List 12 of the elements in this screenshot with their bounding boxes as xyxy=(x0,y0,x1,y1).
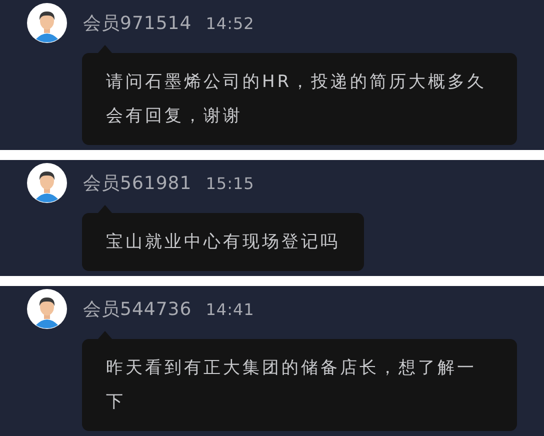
message-time: 14:52 xyxy=(206,14,254,32)
user-name: 会员971514 xyxy=(83,12,192,35)
message-text: 请问石墨烯公司的HR，投递的简历大概多久会有回复，谢谢 xyxy=(106,71,488,128)
avatar-icon xyxy=(27,3,67,43)
avatar-icon xyxy=(27,163,67,203)
user-name: 会员544736 xyxy=(83,298,192,321)
message-time: 15:15 xyxy=(206,174,254,192)
message-time: 14:41 xyxy=(206,300,254,318)
message-text: 宝山就业中心有现场登记吗 xyxy=(106,231,340,254)
user-name: 会员561981 xyxy=(83,172,192,195)
message-text: 昨天看到有正大集团的储备店长，想了解一下 xyxy=(106,357,478,414)
avatar-icon xyxy=(27,289,67,329)
